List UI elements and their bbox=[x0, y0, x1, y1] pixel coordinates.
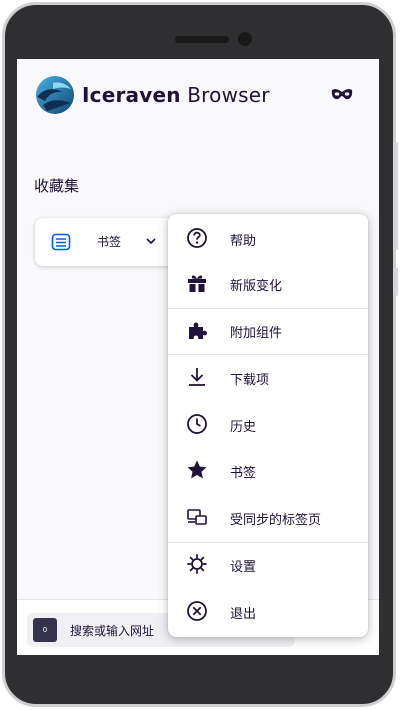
menu-item-label: 设置 bbox=[230, 560, 257, 575]
chevron-down-icon[interactable] bbox=[146, 237, 156, 245]
volume-button bbox=[393, 142, 398, 250]
overflow-menu: 帮助 新版变化 附加组件 下载项 历史 书签 受同步的标签页 设置 退出 bbox=[168, 214, 368, 637]
menu-item-history[interactable]: 历史 bbox=[168, 404, 368, 444]
close-circle-icon bbox=[187, 601, 207, 621]
power-button bbox=[393, 268, 398, 296]
menu-item-label: 退出 bbox=[230, 607, 257, 622]
private-mode-mask-icon[interactable] bbox=[331, 87, 353, 103]
menu-item-settings[interactable]: 设置 bbox=[168, 544, 368, 584]
menu-divider bbox=[168, 354, 368, 355]
gift-icon bbox=[188, 275, 206, 292]
menu-item-addons[interactable]: 附加组件 bbox=[168, 310, 368, 350]
menu-item-whats-new[interactable]: 新版变化 bbox=[168, 263, 368, 303]
app-name: Iceraven Browser bbox=[82, 83, 270, 107]
help-icon bbox=[187, 228, 207, 248]
collection-icon bbox=[51, 233, 71, 251]
synced-tabs-icon bbox=[187, 509, 207, 525]
menu-item-label: 帮助 bbox=[230, 234, 257, 249]
tab-counter-button[interactable]: 0 bbox=[33, 618, 57, 642]
speaker-grille bbox=[175, 36, 229, 43]
menu-item-label: 受同步的标签页 bbox=[230, 513, 322, 528]
menu-item-label: 下载项 bbox=[230, 373, 270, 388]
menu-item-label: 新版变化 bbox=[230, 279, 283, 294]
browser-screen: Iceraven Browser 收藏集 书签 0 搜索或输入网址 帮助 新版变… bbox=[17, 59, 379, 655]
gear-icon bbox=[187, 554, 207, 574]
clock-icon bbox=[187, 414, 207, 434]
menu-item-label: 书签 bbox=[230, 466, 257, 481]
download-icon bbox=[189, 368, 205, 386]
puzzle-icon bbox=[189, 322, 207, 339]
collections-heading: 收藏集 bbox=[34, 177, 80, 195]
menu-item-help[interactable]: 帮助 bbox=[168, 218, 368, 258]
front-camera bbox=[238, 32, 252, 46]
search-input-placeholder: 搜索或输入网址 bbox=[70, 624, 155, 638]
menu-item-bookmarks[interactable]: 书签 bbox=[168, 450, 368, 490]
collection-name: 书签 bbox=[97, 235, 122, 249]
menu-item-synced-tabs[interactable]: 受同步的标签页 bbox=[168, 497, 368, 537]
menu-item-label: 历史 bbox=[230, 420, 257, 435]
iceraven-logo-icon bbox=[36, 76, 74, 114]
menu-divider bbox=[168, 542, 368, 543]
menu-item-quit[interactable]: 退出 bbox=[168, 591, 368, 631]
menu-divider bbox=[168, 308, 368, 309]
star-icon bbox=[187, 460, 207, 479]
app-wordmark: Iceraven Browser bbox=[33, 75, 270, 115]
menu-item-label: 附加组件 bbox=[230, 326, 283, 341]
menu-item-downloads[interactable]: 下载项 bbox=[168, 357, 368, 397]
